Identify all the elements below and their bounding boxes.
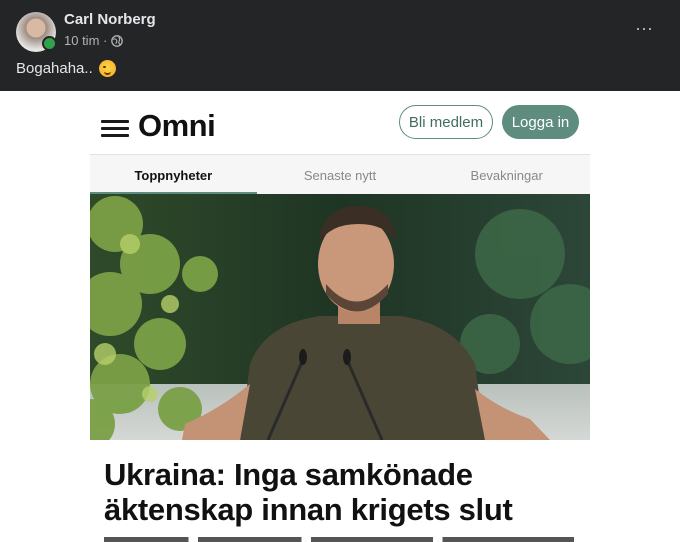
tab-senaste-nytt[interactable]: Senaste nytt: [257, 155, 424, 195]
smirk-emoji-icon: [98, 60, 116, 77]
avatar[interactable]: [16, 12, 57, 52]
hamburger-menu-icon[interactable]: [101, 120, 129, 137]
headline-line-1: Ukraina: Inga samkönade: [104, 457, 473, 492]
post-meta: 10 tim ·: [64, 33, 124, 48]
more-options-icon[interactable]: ⋯: [635, 20, 654, 38]
omni-screenshot: Omni Bli medlem Logga in Toppnyheter Sen…: [90, 91, 590, 542]
tab-toppnyheter[interactable]: Toppnyheter: [90, 155, 257, 195]
cropped-text-line: [104, 537, 574, 542]
login-button[interactable]: Logga in: [502, 105, 579, 139]
omni-header: Omni Bli medlem Logga in: [90, 91, 590, 154]
post-text: Bogahaha..: [16, 60, 93, 77]
facebook-post-header: Carl Norberg 10 tim · ⋯ Bogahaha..: [0, 0, 680, 91]
post-text-row: Bogahaha..: [16, 60, 116, 77]
headline-line-2: äktenskap innan krigets slut: [104, 492, 513, 527]
globe-icon[interactable]: [111, 34, 124, 47]
online-status-icon: [42, 36, 57, 51]
news-tabs: Toppnyheter Senaste nytt Bevakningar: [90, 154, 590, 195]
article-hero-image[interactable]: [90, 194, 590, 440]
author-name[interactable]: Carl Norberg: [64, 11, 156, 28]
tab-bevakningar[interactable]: Bevakningar: [423, 155, 590, 195]
become-member-button[interactable]: Bli medlem: [399, 105, 493, 139]
omni-logo[interactable]: Omni: [138, 108, 216, 144]
post-time[interactable]: 10 tim ·: [64, 33, 107, 48]
article-headline[interactable]: Ukraina: Inga samkönade äktenskap innan …: [104, 457, 574, 527]
